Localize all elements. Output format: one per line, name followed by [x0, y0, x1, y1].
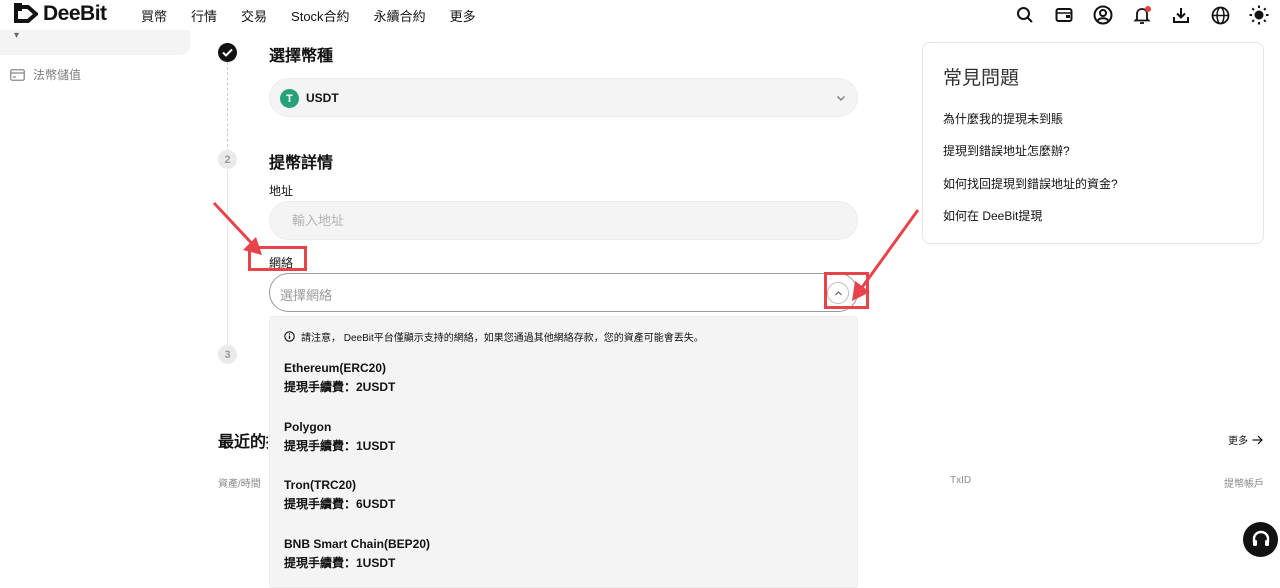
- more-link-label: 更多: [1228, 436, 1248, 447]
- bell-icon[interactable]: [1131, 4, 1153, 26]
- nav-item-more[interactable]: 更多: [450, 6, 476, 25]
- faq-link[interactable]: 提現到錯誤地址怎麼辦?: [943, 142, 1070, 159]
- headset-icon: [1252, 530, 1269, 546]
- network-select[interactable]: 選擇網絡: [269, 273, 858, 312]
- sidebar-active-marker: ▾: [14, 30, 20, 41]
- wallet-icon[interactable]: [1053, 4, 1075, 26]
- network-option-name: Tron(TRC20): [284, 478, 356, 492]
- coin-selected-value: USDT: [306, 91, 339, 105]
- annotation-highlight-box: [824, 272, 869, 309]
- network-option-fee: 提現手續費：6USDT: [284, 497, 396, 511]
- column-header-txid: TxID: [950, 475, 972, 486]
- nav-item-trade[interactable]: 交易: [241, 6, 267, 25]
- network-option-fee: 提現手續費：2USDT: [284, 380, 396, 394]
- step-3-number: 3: [218, 345, 237, 364]
- faq-title: 常見問題: [943, 68, 1020, 89]
- nav-item-buy-crypto[interactable]: 買幣: [141, 6, 167, 25]
- faq-link[interactable]: 如何在 DeeBit提現: [943, 207, 1042, 224]
- more-link[interactable]: 更多: [1228, 432, 1263, 447]
- network-notice-text: 請注意， DeeBit平台僅顯示支持的網絡，如果您通過其他網絡存款，您的資產可能…: [301, 333, 704, 344]
- theme-sun-icon[interactable]: [1248, 4, 1270, 26]
- main-nav: 買幣 行情 交易 Stock合約 永續合約 更多: [141, 6, 500, 25]
- network-option-name: Polygon: [284, 420, 332, 434]
- network-option-fee: 提現手續費：1USDT: [284, 556, 396, 570]
- faq-link[interactable]: 如何找回提現到錯誤地址的資金?: [943, 175, 1118, 192]
- brand-logo[interactable]: DeeBit: [14, 2, 107, 26]
- user-icon[interactable]: [1092, 4, 1114, 26]
- search-icon[interactable]: [1014, 4, 1036, 26]
- stepper-line: [227, 170, 228, 345]
- column-header-asset-time: 資產/時間: [218, 479, 261, 490]
- network-option-tron[interactable]: Tron(TRC20) 提現手續費：6USDT: [284, 476, 395, 514]
- sidebar-item-fiat-deposit[interactable]: 法幣儲值: [10, 66, 81, 83]
- nav-item-markets[interactable]: 行情: [191, 6, 217, 25]
- nav-item-stock-contract[interactable]: Stock合約: [291, 6, 350, 25]
- globe-icon[interactable]: [1209, 4, 1231, 26]
- step-2-number: 2: [218, 150, 237, 169]
- network-option-name: BNB Smart Chain(BEP20): [284, 537, 431, 551]
- address-input[interactable]: [269, 201, 858, 240]
- customer-support-button[interactable]: [1243, 522, 1278, 557]
- network-option-name: Ethereum(ERC20): [284, 361, 387, 375]
- chevron-down-icon: [837, 96, 845, 101]
- usdt-icon: T: [280, 89, 299, 108]
- network-option-ethereum[interactable]: Ethereum(ERC20) 提現手續費：2USDT: [284, 359, 395, 397]
- stepper-line: [227, 62, 228, 152]
- download-icon[interactable]: [1170, 4, 1192, 26]
- network-dropdown: 請注意， DeeBit平台僅顯示支持的網絡，如果您通過其他網絡存款，您的資產可能…: [269, 316, 858, 588]
- network-option-bnb-smart-chain[interactable]: BNB Smart Chain(BEP20) 提現手續費：1USDT: [284, 535, 430, 573]
- arrow-right-icon: [1252, 435, 1263, 444]
- deebit-logo-icon: [14, 3, 38, 23]
- info-icon: [284, 331, 295, 342]
- network-notice: 請注意， DeeBit平台僅顯示支持的網絡，如果您通過其他網絡存款，您的資產可能…: [284, 329, 704, 344]
- faq-link[interactable]: 為什麼我的提現未到賬: [943, 110, 1063, 127]
- network-option-polygon[interactable]: Polygon 提現手續費：1USDT: [284, 418, 395, 456]
- top-navigation-bar: DeeBit 買幣 行情 交易 Stock合約 永續合約 更多: [0, 0, 1280, 30]
- faq-panel: 常見問題 為什麼我的提現未到賬 提現到錯誤地址怎麼辦? 如何找回提現到錯誤地址的…: [922, 42, 1264, 244]
- card-icon: [10, 68, 25, 81]
- step-1-title: 選擇幣種: [269, 48, 334, 65]
- brand-name: DeeBit: [43, 2, 107, 25]
- network-option-fee: 提現手續費：1USDT: [284, 439, 396, 453]
- coin-select[interactable]: T USDT: [269, 78, 858, 117]
- notification-badge: [1145, 6, 1151, 12]
- address-label: 地址: [269, 184, 294, 198]
- header-actions: [1014, 4, 1270, 26]
- annotation-highlight-box: [248, 246, 307, 271]
- step-2-title: 提幣詳情: [269, 155, 334, 172]
- sidebar-item-active[interactable]: ▾: [0, 30, 190, 55]
- recent-withdrawals-title: 最近的提: [218, 434, 268, 451]
- network-select-placeholder: 選擇網絡: [280, 288, 333, 303]
- step-1-done-icon: [218, 43, 237, 62]
- nav-item-perpetual-contract[interactable]: 永續合約: [374, 6, 426, 25]
- column-header-account: 提幣帳戶: [1224, 479, 1264, 490]
- sidebar-item-label: 法幣儲值: [33, 68, 82, 82]
